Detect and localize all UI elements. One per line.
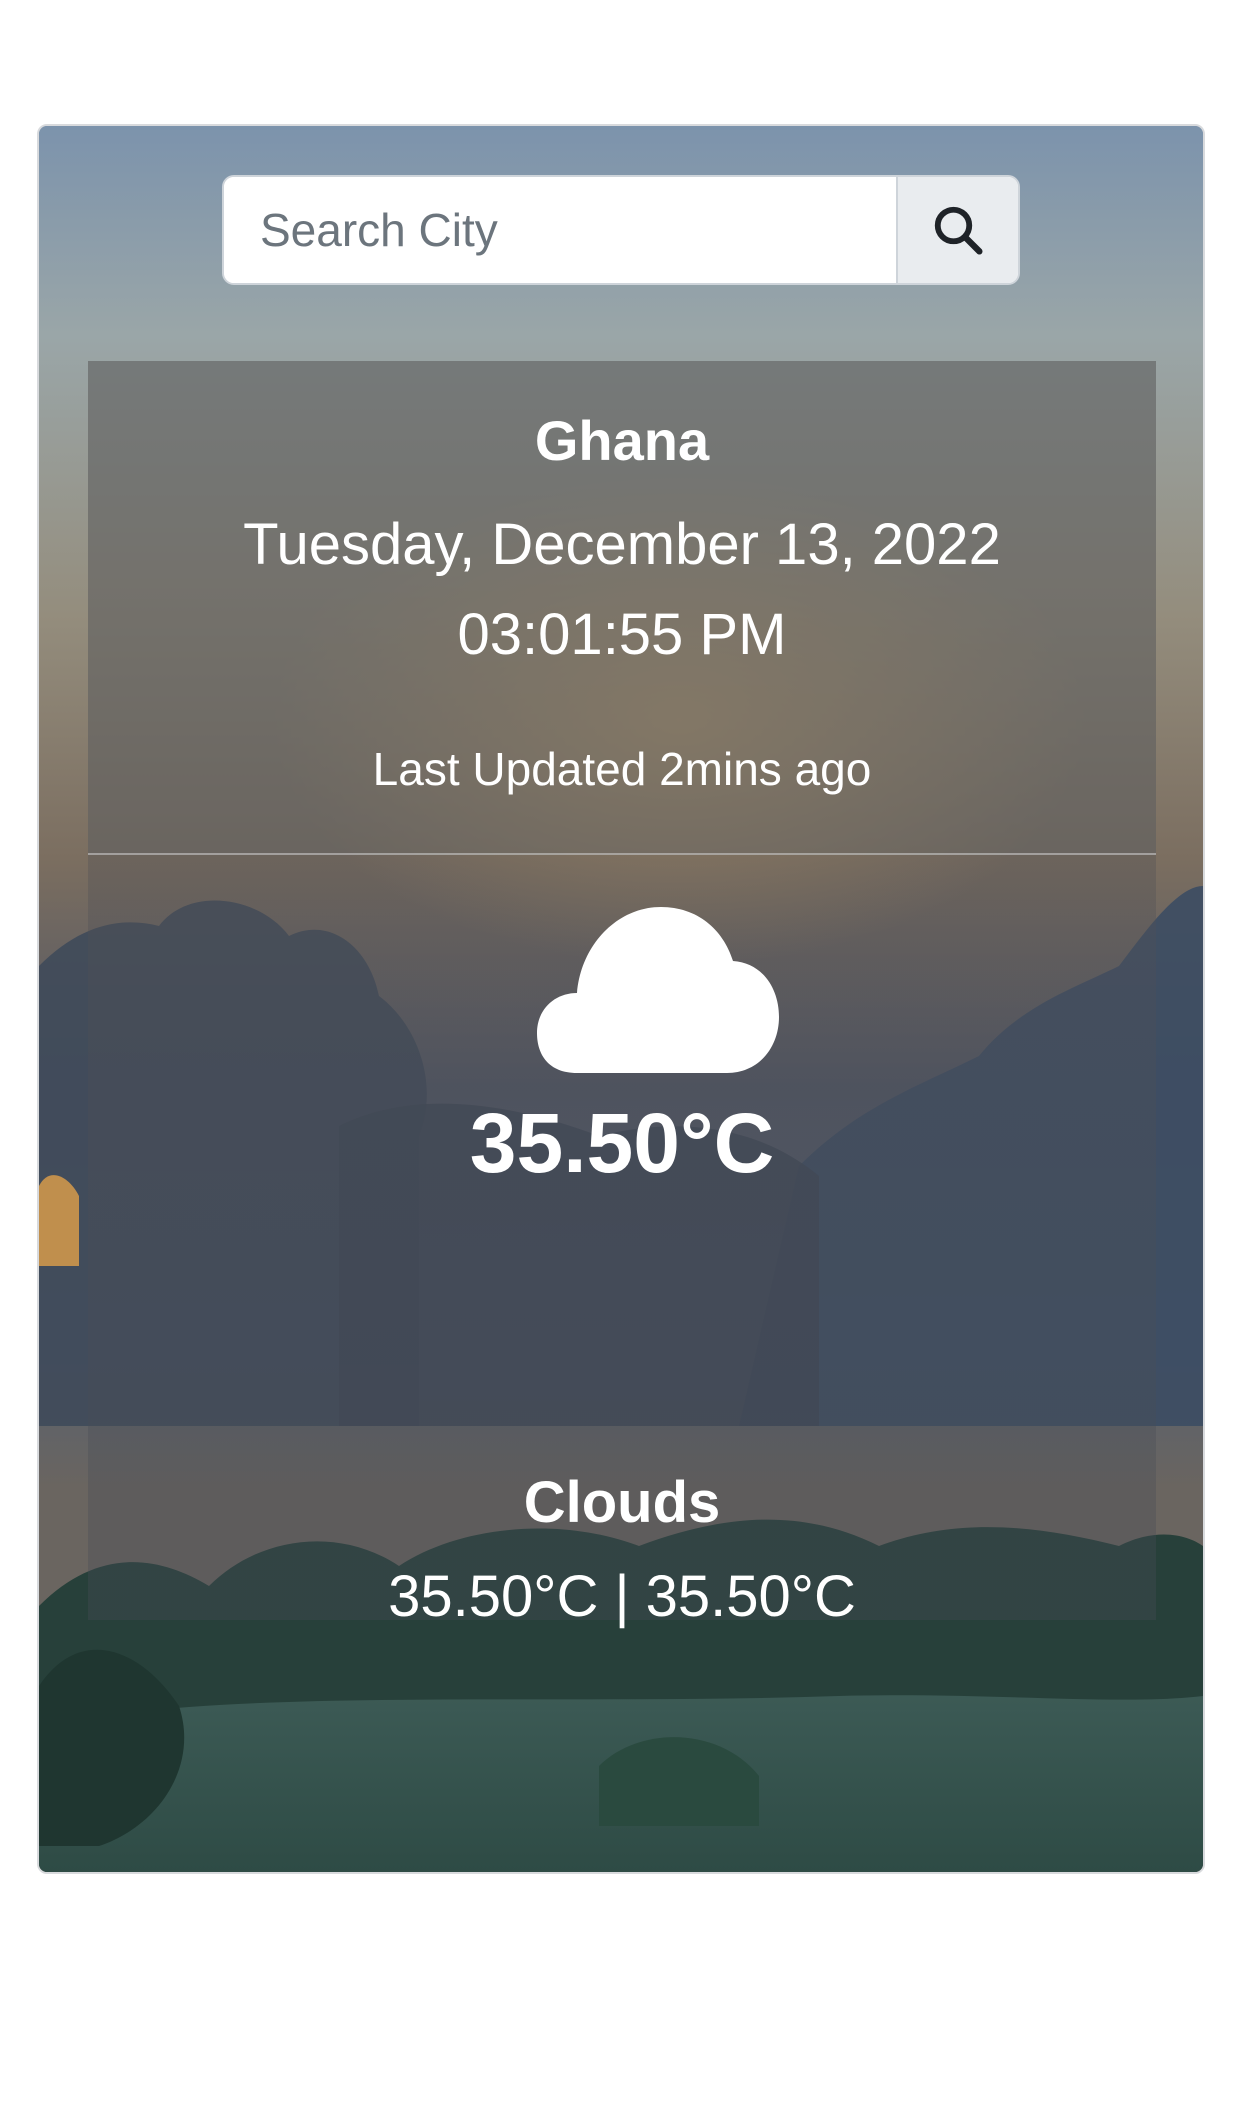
weather-card: Ghana Tuesday, December 13, 2022 03:01:5…: [37, 124, 1205, 1874]
current-date: Tuesday, December 13, 2022: [243, 512, 1001, 577]
search-input[interactable]: [224, 177, 896, 283]
weather-condition: Clouds: [523, 1470, 721, 1535]
search-icon: [934, 206, 983, 255]
search-button[interactable]: [896, 177, 1018, 283]
current-temperature: 35.50°C: [469, 1096, 775, 1190]
last-updated-text: Last Updated 2mins ago: [372, 743, 872, 795]
weather-details-panel: 35.50°C Clouds 35.50°C | 35.50°C: [88, 855, 1156, 1629]
location-panel: Ghana Tuesday, December 13, 2022 03:01:5…: [88, 361, 1156, 855]
cloud-icon: [537, 907, 779, 1073]
current-time: 03:01:55 PM: [457, 602, 787, 667]
search-bar: [222, 175, 1020, 285]
city-name: Ghana: [534, 409, 710, 472]
temperature-range: 35.50°C | 35.50°C: [388, 1564, 856, 1629]
